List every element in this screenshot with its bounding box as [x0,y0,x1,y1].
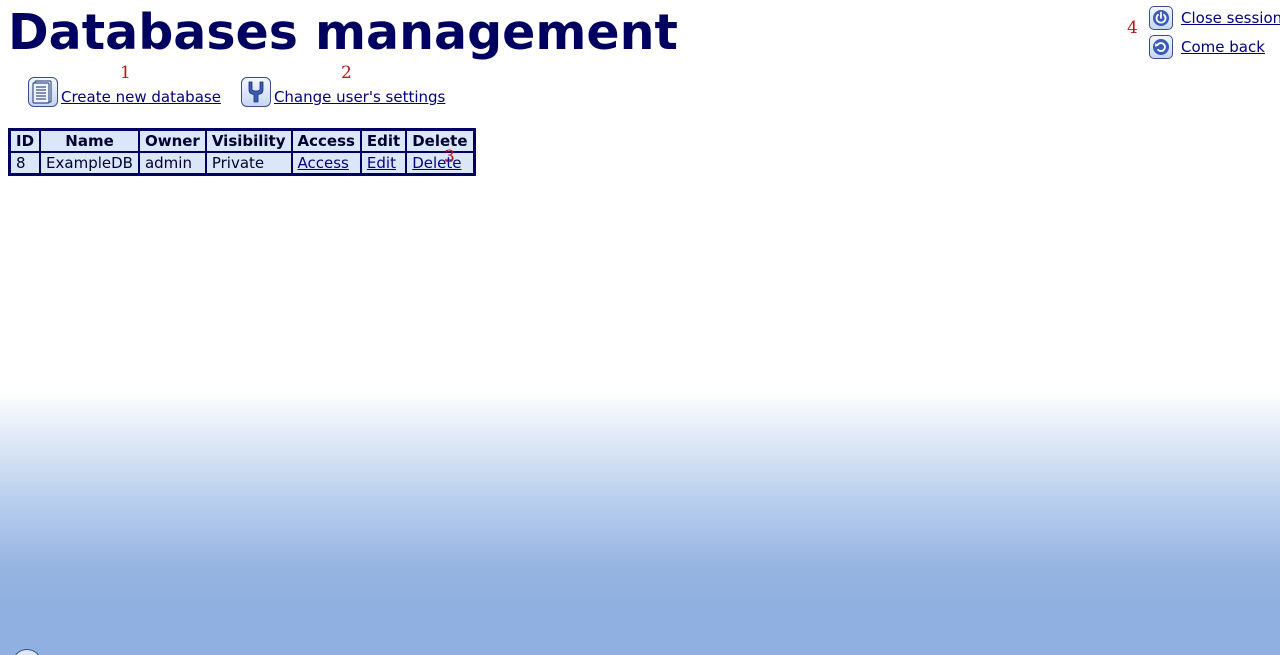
action-bar: Create new database 1 Change user's sett… [28,63,445,107]
column-header-edit: Edit [360,130,407,152]
column-header-name: Name [40,130,139,152]
power-icon[interactable] [1149,5,1173,30]
annotation-marker-1: 1 [120,63,131,83]
cell-visibility: Private [205,152,292,174]
access-link[interactable]: Access [291,152,361,174]
create-database-link[interactable]: Create new database [61,88,221,106]
column-header-owner: Owner [138,130,206,152]
table-header-row: ID Name Owner Visibility Access Edit Del… [10,130,474,152]
come-back-link[interactable]: Come back [1181,38,1265,56]
column-header-delete: Delete [406,130,474,152]
close-session-action[interactable]: Close session [1149,3,1280,32]
cell-name: ExampleDB [40,152,139,174]
footer-circle-icon [12,649,42,655]
back-arrow-icon[interactable] [1149,34,1173,59]
edit-link[interactable]: Edit [360,152,407,174]
wrench-icon[interactable] [240,77,271,107]
annotation-marker-3: 3 [444,147,455,167]
column-header-access: Access [291,130,361,152]
close-session-link[interactable]: Close session [1181,9,1280,27]
session-links: Close session Come back [1149,3,1280,61]
column-header-id: ID [10,130,41,152]
page-title: Databases management [8,4,678,61]
databases-table: ID Name Owner Visibility Access Edit Del… [8,128,476,176]
cell-id: 8 [10,152,41,174]
column-header-visibility: Visibility [205,130,292,152]
come-back-action[interactable]: Come back [1149,32,1280,61]
annotation-marker-2: 2 [340,63,352,83]
change-settings-action[interactable]: Change user's settings 2 [240,63,445,107]
delete-link[interactable]: Delete [406,152,474,174]
document-list-icon[interactable] [28,77,58,107]
annotation-marker-4: 4 [1127,18,1138,38]
change-settings-link[interactable]: Change user's settings [274,88,445,106]
table-row: 8 ExampleDB admin Private Access Edit De… [10,152,474,174]
cell-owner: admin [138,152,206,174]
create-database-action[interactable]: Create new database 1 [28,63,221,107]
